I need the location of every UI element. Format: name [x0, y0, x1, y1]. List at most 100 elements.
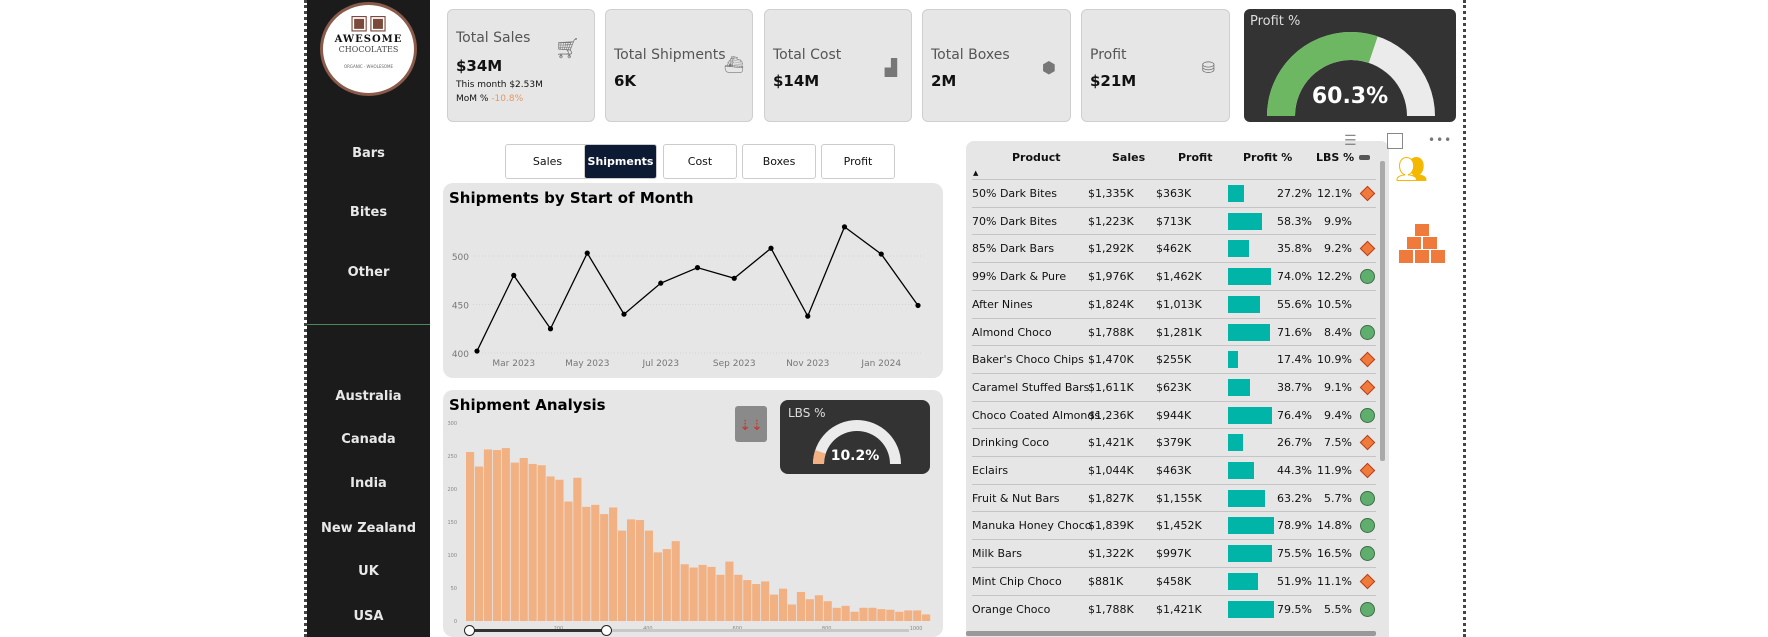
product-cell: Almond Choco: [972, 325, 1052, 339]
filter-other[interactable]: Other: [307, 265, 430, 280]
logo-tagline: ORGANIC · WHOLESOME: [343, 64, 394, 69]
histogram-bar: [832, 607, 841, 621]
profit-pct-bar: [1228, 545, 1272, 563]
histogram-bar: [743, 580, 752, 621]
table-row[interactable]: Orange Choco $1,788K $1,421K 79.5% 5.5%: [972, 594, 1376, 623]
horizontal-scrollbar[interactable]: [966, 631, 1376, 636]
col-lbs-pct[interactable]: LBS %: [1316, 151, 1354, 164]
histogram-bar: [778, 588, 788, 621]
table-row[interactable]: Almond Choco $1,788K $1,281K 71.6% 8.4%: [972, 317, 1376, 346]
table-row[interactable]: Drinking Coco $1,421K $379K 26.7% 7.5%: [972, 428, 1376, 456]
tab-shipments[interactable]: Shipments: [584, 144, 657, 179]
table-row[interactable]: Milk Bars $1,322K $997K 75.5% 16.5%: [972, 539, 1376, 567]
profit-pct-cell: 27.2%: [1277, 187, 1312, 200]
product-cell: Mint Chip Choco: [972, 574, 1062, 588]
data-point: [621, 311, 627, 317]
ok-circle-icon: [1360, 546, 1375, 562]
table-row[interactable]: Eclairs $1,044K $463K 44.3% 11.9%: [972, 456, 1376, 484]
sidebar-divider: [307, 324, 430, 325]
profit-cell: $379K: [1156, 436, 1192, 450]
table-row[interactable]: Caramel Stuffed Bars $1,611K $623K 38.7% 9.1…: [972, 372, 1376, 401]
table-row[interactable]: 85% Dark Bars $1,292K $462K 35.8% 9.2%: [972, 234, 1376, 262]
slider-handle-max[interactable]: [601, 625, 612, 636]
table-row[interactable]: Mint Chip Choco $881K $458K 51.9% 11.1%: [972, 566, 1376, 595]
kpi-title: Total Sales: [456, 30, 531, 46]
kpi-mom: MoM % -10.8%: [456, 94, 523, 104]
filter-india[interactable]: India: [307, 476, 430, 491]
x-tick-label: May 2023: [565, 359, 609, 369]
sales-cell: $1,044K: [1088, 464, 1134, 477]
shipments-line-chart-panel: Shipments by Start of Month 400 450 500 Mar…: [443, 183, 943, 378]
more-options-icon[interactable]: •••: [1428, 133, 1452, 147]
lbs-pct-cell: 9.9%: [1324, 214, 1352, 228]
profit-pct-bar: [1228, 351, 1239, 369]
profit-pct-cell: 71.6%: [1277, 325, 1312, 339]
profit-gauge-card: Profit % 60.3%: [1244, 9, 1456, 122]
tab-boxes[interactable]: Boxes: [742, 144, 816, 179]
warning-diamond-icon: [1359, 241, 1376, 257]
table-row[interactable]: Choco Coated Almonds $1,236K $944K 76.4% 9.4…: [972, 400, 1376, 429]
histogram-bar: [868, 607, 877, 621]
col-product[interactable]: Product: [1012, 151, 1061, 164]
warning-diamond-icon: [1359, 435, 1376, 451]
col-profit-pct[interactable]: Profit %: [1243, 151, 1292, 164]
kpi-value: $14M: [773, 72, 820, 90]
tab-profit[interactable]: Profit: [821, 144, 895, 179]
table-row[interactable]: Manuka Honey Choco $1,839K $1,452K 78.9% 14.…: [972, 511, 1376, 539]
profit-pct-cell: 63.2%: [1277, 491, 1312, 505]
kpi-value: 6K: [614, 72, 637, 90]
profit-pct-bar: [1228, 517, 1274, 535]
y-tick-label: 150: [447, 520, 457, 526]
product-cell: Orange Choco: [972, 602, 1051, 616]
range-slider-selected: [469, 629, 606, 632]
lbs-pct-cell: 5.5%: [1324, 602, 1352, 616]
profit-pct-cell: 76.4%: [1277, 408, 1312, 422]
focus-mode-icon[interactable]: [1387, 133, 1403, 149]
vertical-scrollbar[interactable]: [1380, 161, 1385, 461]
product-cell: Drinking Coco: [972, 436, 1050, 450]
table-row[interactable]: Fruit & Nut Bars $1,827K $1,155K 63.2% 5.7%: [972, 483, 1376, 512]
table-row[interactable]: Baker's Choco Chips $1,470K $255K 17.4% 10.9…: [972, 345, 1376, 373]
data-point: [547, 326, 554, 332]
filter-australia[interactable]: Australia: [307, 389, 430, 404]
filter-canada[interactable]: Canada: [307, 432, 430, 447]
profit-pct-cell: 44.3%: [1277, 464, 1312, 477]
col-sales[interactable]: Sales: [1112, 151, 1145, 164]
table-row[interactable]: After Nines $1,824K $1,013K 55.6% 10.5%: [972, 289, 1376, 318]
filter-new-zealand[interactable]: New Zealand: [307, 521, 430, 536]
filter-bars[interactable]: Bars: [307, 146, 430, 161]
warning-diamond-icon: [1359, 573, 1376, 590]
profit-cell: $1,013K: [1156, 297, 1202, 311]
tab-cost[interactable]: Cost: [663, 144, 737, 179]
tab-sales[interactable]: Sales: [505, 144, 590, 179]
x-tick-label: Jul 2023: [641, 359, 679, 369]
profit-pct-cell: 38.7%: [1277, 380, 1312, 394]
table-row[interactable]: 99% Dark & Pure $1,976K $1,462K 74.0% 12.2%: [972, 262, 1376, 290]
histogram-bar: [850, 611, 859, 621]
y-tick-label: 500: [452, 253, 469, 263]
histogram-bar: [564, 501, 573, 621]
profit-pct-bar: [1228, 378, 1251, 396]
filter-usa[interactable]: USA: [307, 609, 430, 624]
col-profit[interactable]: Profit: [1178, 151, 1212, 164]
table-row[interactable]: 50% Dark Bites $1,335K $363K 27.2% 12.1%: [972, 179, 1376, 207]
histogram-bar: [474, 466, 484, 621]
data-point: [474, 348, 480, 354]
filter-icon[interactable]: ☰: [1344, 133, 1357, 149]
sales-cell: $1,788K: [1088, 325, 1134, 339]
lbs-pct-cell: 11.1%: [1317, 574, 1352, 588]
histogram-bar: [707, 566, 716, 621]
profit-pct-bar: [1228, 268, 1271, 286]
histogram-bar: [528, 463, 537, 621]
profit-cell: $713K: [1156, 214, 1192, 228]
filter-uk[interactable]: UK: [307, 564, 430, 579]
kpi-total-shipments: Total Shipments ⛴ 6K: [605, 9, 753, 122]
table-row[interactable]: 70% Dark Bites $1,223K $713K 58.3% 9.9%: [972, 206, 1376, 235]
kpi-value: $34M: [456, 57, 503, 75]
sort-asc-icon[interactable]: ▲: [973, 169, 978, 177]
slider-handle-min[interactable]: [464, 625, 475, 636]
product-cell: 50% Dark Bites: [972, 187, 1057, 200]
filter-bites[interactable]: Bites: [307, 205, 430, 220]
histogram-bar: [716, 574, 725, 621]
sales-cell: $1,223K: [1088, 214, 1134, 228]
